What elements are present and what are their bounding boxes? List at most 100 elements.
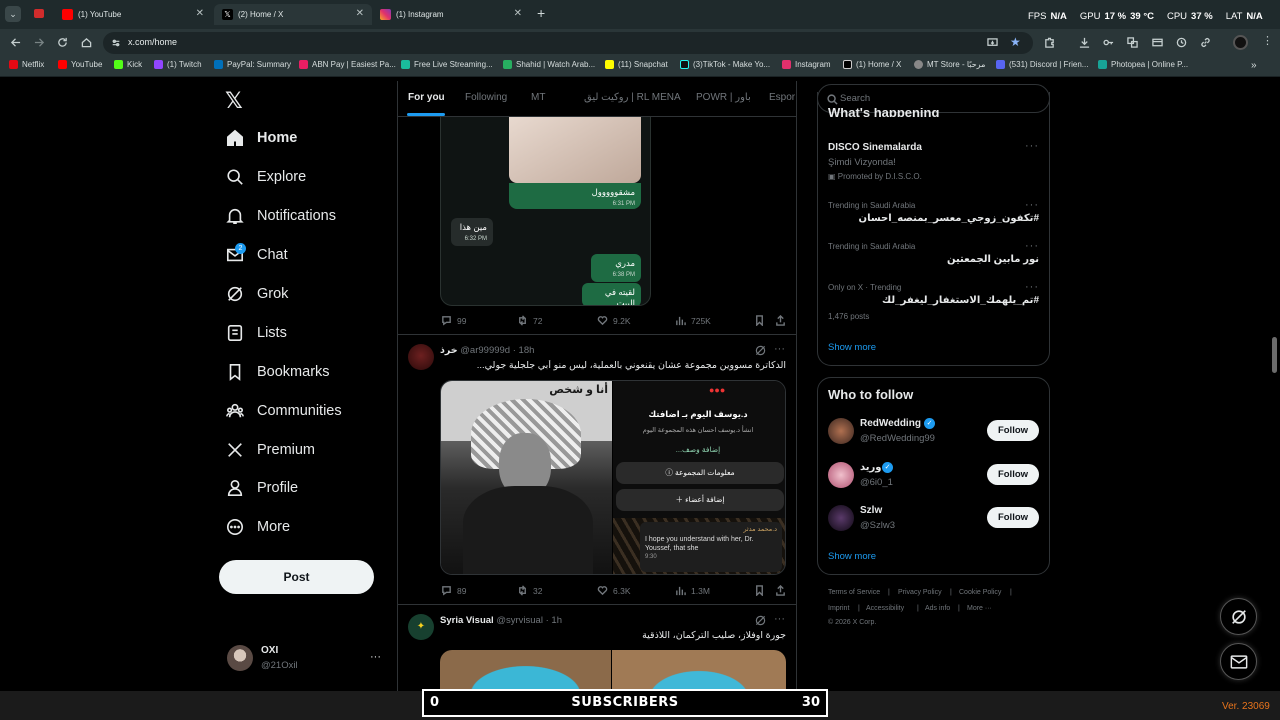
follow-button[interactable]: Follow — [987, 507, 1039, 528]
card-icon[interactable] — [1152, 37, 1163, 48]
follow-button[interactable]: Follow — [987, 420, 1039, 441]
sidebar-item-more[interactable]: More — [226, 514, 290, 540]
history-icon[interactable] — [1176, 37, 1187, 48]
close-tab-icon[interactable]: ✕ — [356, 8, 364, 19]
follow-suggestion[interactable]: Szlw @Szlw3 Follow — [818, 500, 1049, 538]
link-icon[interactable] — [1200, 37, 1211, 48]
follow-suggestion[interactable]: وريد ✓ @6i0_1 Follow — [818, 457, 1049, 495]
author-name[interactable]: خرذ — [440, 345, 458, 356]
bookmark-streaming[interactable]: Free Live Streaming... — [401, 60, 493, 69]
grok-icon[interactable] — [755, 345, 766, 356]
bookmark-star-icon[interactable]: ★ — [1010, 35, 1021, 49]
trend-more-icon[interactable]: ··· — [1025, 240, 1039, 252]
bookmark-netflix[interactable]: Netflix — [9, 60, 44, 69]
trend-item[interactable]: Trending in Saudi Arabia نور مابين الجمع… — [818, 237, 1049, 271]
bookmark-instagram[interactable]: Instagram — [782, 60, 831, 69]
post-media-chat[interactable]: مشقووووول 6:31 PM مين هذا 6:32 PM مدري 6:38… — [440, 117, 651, 306]
more-bookmarks-icon[interactable]: » — [1251, 60, 1257, 71]
download-icon[interactable] — [1079, 37, 1090, 48]
install-app-icon[interactable] — [987, 38, 998, 48]
bookmark-youtube[interactable]: YouTube — [58, 60, 102, 69]
author-handle[interactable]: @ar99999d — [460, 345, 510, 356]
account-switcher[interactable]: OXI @21Oxil ··· — [222, 640, 390, 676]
author-handle[interactable]: @syrvisual — [496, 615, 543, 626]
tab-powr[interactable]: POWR | باور — [696, 92, 751, 103]
reply-button[interactable]: 89 — [441, 585, 466, 596]
trend-more-icon[interactable]: ··· — [1025, 140, 1039, 152]
extensions-icon[interactable] — [1044, 37, 1055, 48]
trend-item[interactable]: Only on X · Trending #تم_يلهمك_الاستغفار… — [818, 278, 1049, 326]
footer-link[interactable]: More ··· — [967, 605, 992, 612]
repost-button[interactable]: 72 — [517, 315, 542, 326]
sidebar-item-notifications[interactable]: Notifications — [226, 203, 336, 229]
bookmark-discord[interactable]: (531) Discord | Frien... — [996, 60, 1088, 69]
bookmark-kick[interactable]: Kick — [114, 60, 142, 69]
bookmark-paypal[interactable]: PayPal: Summary — [214, 60, 291, 69]
address-bar[interactable]: x.com/home ★ — [103, 32, 1033, 54]
post-media-photo[interactable] — [440, 650, 611, 691]
back-icon[interactable] — [10, 37, 21, 48]
bookmark-abn[interactable]: ABN Pay | Easiest Pa... — [299, 60, 396, 69]
home-icon[interactable] — [81, 37, 92, 48]
sidebar-item-bookmarks[interactable]: Bookmarks — [226, 359, 330, 385]
bookmark-twitch[interactable]: (1) Twitch — [154, 60, 202, 69]
reload-icon[interactable] — [57, 37, 68, 48]
follow-suggestion[interactable]: RedWedding ✓ @RedWedding99 Follow — [818, 413, 1049, 451]
sidebar-item-premium[interactable]: Premium — [226, 437, 315, 463]
trend-item[interactable]: DISCO Sinemalarda Şimdi Vizyonda! ▣ Prom… — [818, 136, 1049, 184]
trend-more-icon[interactable]: ··· — [1025, 281, 1039, 293]
views-button[interactable]: 1.3M — [675, 585, 710, 596]
avatar[interactable] — [408, 344, 434, 370]
post-more-icon[interactable]: ··· — [774, 613, 785, 625]
post-media-photo[interactable] — [612, 650, 786, 691]
bookmark-tiktok[interactable]: (3)TikTok - Make Yo... — [680, 60, 770, 69]
follow-button[interactable]: Follow — [987, 464, 1039, 485]
key-icon[interactable] — [1103, 37, 1114, 48]
tab-mt[interactable]: MT — [531, 92, 545, 103]
bookmark-snapchat[interactable]: (11) Snapchat — [605, 60, 668, 69]
tab-instagram[interactable]: (1) Instagram ✕ — [372, 4, 530, 25]
media-photo-man[interactable]: أنا و شخص — [441, 381, 612, 574]
footer-link[interactable]: Terms of Service — [828, 589, 880, 596]
sidebar-item-chat[interactable]: 2 Chat — [226, 242, 288, 268]
post-time[interactable]: 1h — [551, 615, 562, 626]
pinned-tab[interactable] — [28, 6, 50, 22]
footer-link[interactable]: Accessibility — [866, 605, 904, 612]
bookmark-shahid[interactable]: Shahid | Watch Arab... — [503, 60, 595, 69]
tab-esports[interactable]: Espor — [769, 92, 795, 103]
share-icon[interactable] — [775, 315, 786, 326]
tab-search-button[interactable]: ⌄ — [5, 6, 21, 22]
reply-button[interactable]: 99 — [441, 315, 466, 326]
bookmark-icon[interactable] — [754, 315, 765, 326]
post-more-icon[interactable]: ··· — [774, 343, 785, 355]
sidebar-item-grok[interactable]: Grok — [226, 281, 288, 307]
forward-icon[interactable] — [34, 37, 45, 48]
grok-icon[interactable] — [755, 615, 766, 626]
post-time[interactable]: 18h — [519, 345, 535, 356]
avatar[interactable]: ✦ — [408, 614, 434, 640]
author-name[interactable]: Syria Visual — [440, 615, 494, 626]
post-button[interactable]: Post — [219, 560, 374, 594]
tab-rl-mena[interactable]: روكيت ليق | RL MENA — [584, 92, 681, 103]
bookmark-icon[interactable] — [754, 585, 765, 596]
tab-following[interactable]: Following — [465, 92, 507, 103]
scrollbar-track[interactable] — [1270, 81, 1280, 691]
tab-youtube[interactable]: (1) YouTube ✕ — [54, 4, 212, 25]
footer-link[interactable]: Imprint — [828, 605, 849, 612]
show-more-link[interactable]: Show more — [828, 551, 876, 562]
tab-x-home[interactable]: 𝕏 (2) Home / X ✕ — [214, 4, 372, 25]
show-more-link[interactable]: Show more — [828, 342, 876, 353]
account-more-icon[interactable]: ··· — [370, 651, 381, 663]
sidebar-item-explore[interactable]: Explore — [226, 164, 306, 190]
sidebar-item-lists[interactable]: Lists — [226, 320, 287, 346]
trend-item[interactable]: Trending in Saudi Arabia #تكفون_زوجي_معس… — [818, 196, 1049, 230]
trend-more-icon[interactable]: ··· — [1025, 199, 1039, 211]
menu-icon[interactable]: ⋮ — [1262, 34, 1273, 47]
footer-link[interactable]: Cookie Policy — [959, 589, 1001, 596]
media-phone-screenshot[interactable]: ●●● د.يوسف اليوم بـ اضافتك انشأ د.يوسف ا… — [613, 381, 785, 574]
close-tab-icon[interactable]: ✕ — [514, 8, 522, 19]
sidebar-item-communities[interactable]: Communities — [226, 398, 342, 424]
bookmark-x-home[interactable]: (1) Home / X — [843, 60, 901, 69]
like-button[interactable]: 9.2K — [597, 315, 631, 326]
grok-float-button[interactable] — [1220, 598, 1257, 635]
